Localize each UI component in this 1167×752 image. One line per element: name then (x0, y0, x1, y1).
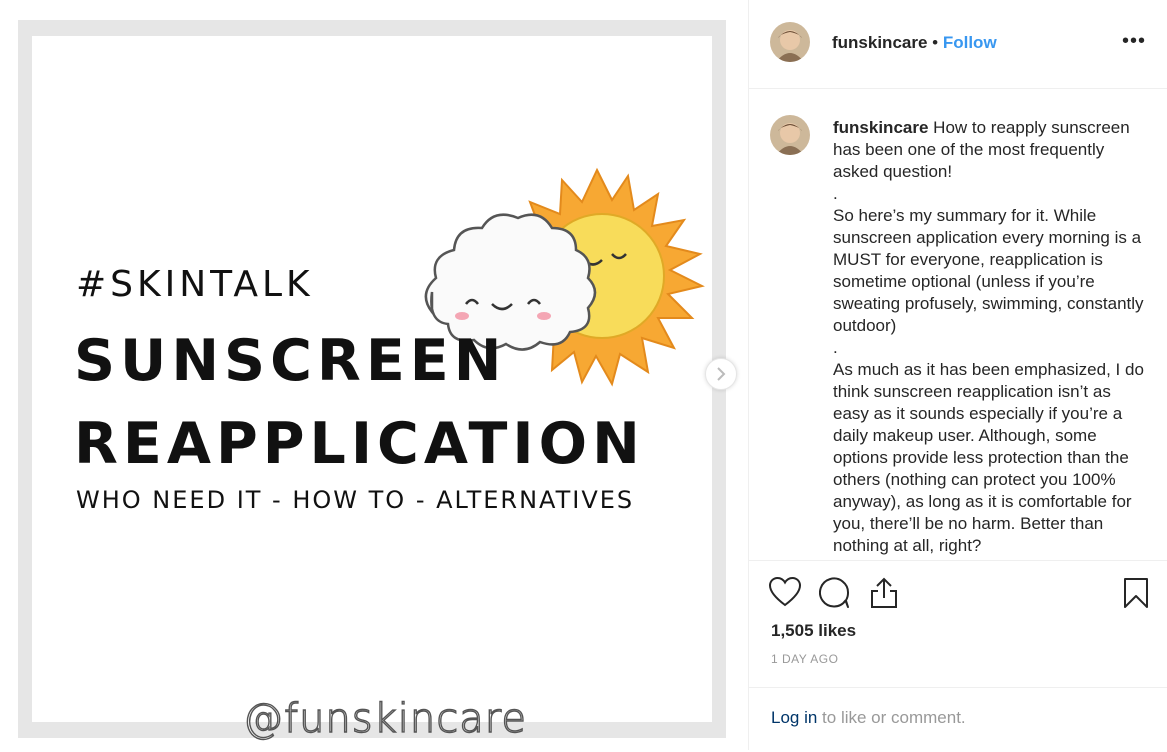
comment-icon[interactable] (819, 577, 851, 609)
caption-text: funskincare How to reapply sunscreen has… (833, 117, 1148, 557)
caption-username-link[interactable]: funskincare (833, 118, 928, 137)
likes-count[interactable]: 1,505 likes (771, 621, 856, 641)
hashtag-text: #SKINTALK (76, 264, 314, 305)
subtitle-text: WHO NEED IT - HOW TO - ALTERNATIVES (76, 486, 635, 514)
post-timestamp[interactable]: 1 DAY AGO (771, 652, 838, 666)
more-options-icon[interactable]: ••• (1122, 30, 1146, 53)
caption-paragraph: So here’s my summary for it. While sunsc… (833, 206, 1144, 335)
actions-section: 1,505 likes 1 DAY AGO Log in to like or … (749, 560, 1167, 751)
caption-section: funskincare How to reapply sunscreen has… (749, 88, 1167, 560)
bookmark-icon[interactable] (1123, 577, 1149, 609)
chevron-right-icon (717, 367, 726, 381)
login-prompt: Log in to like or comment. (771, 708, 966, 728)
title-line-2: REAPPLICATION (74, 411, 645, 477)
watermark-text: @funskincare (242, 695, 527, 742)
avatar[interactable] (770, 22, 810, 62)
next-slide-button[interactable] (705, 358, 737, 390)
post-sidebar: funskincare • Follow ••• funskincare How… (748, 0, 1167, 750)
caption-paragraph: As much as it has been emphasized, I do … (833, 360, 1144, 555)
avatar[interactable] (770, 115, 810, 155)
login-bar: Log in to like or comment. (749, 687, 1167, 752)
follow-button[interactable]: Follow (943, 33, 997, 52)
post-image: #SKINTALK SUNSCREEN REAPPLICATION WHO NE… (0, 0, 748, 750)
title-line-1: SUNSCREEN (74, 328, 507, 394)
post-header: funskincare • Follow ••• (749, 0, 1167, 89)
username-link[interactable]: funskincare (832, 33, 927, 52)
caption-paragraph: . (833, 338, 838, 357)
header-user-line: funskincare • Follow (832, 33, 997, 53)
separator-dot: • (927, 33, 943, 52)
login-prompt-rest: to like or comment. (817, 708, 966, 727)
login-link[interactable]: Log in (771, 708, 817, 727)
heart-icon[interactable] (769, 577, 801, 607)
caption-paragraph: . (833, 184, 838, 203)
share-icon[interactable] (869, 577, 899, 609)
